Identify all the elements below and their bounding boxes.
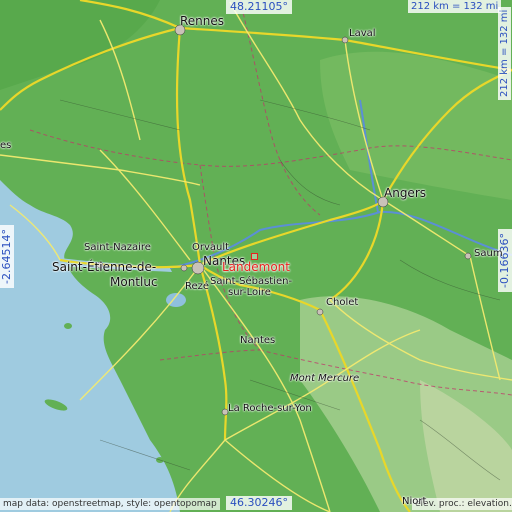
vertical-scale-label: 212 km = 132 mi (498, 6, 511, 100)
attribution-right: elev. proc.: elevation.city (412, 498, 512, 510)
place-label-saint-sebastien[interactable]: Saint-Sébastien- (210, 276, 292, 287)
place-label-angers[interactable]: Angers (384, 186, 426, 200)
place-label-cholet[interactable]: Cholet (326, 297, 358, 308)
place-label-reze[interactable]: Rezé (185, 281, 209, 292)
place-label-landemont[interactable]: Landemont (222, 260, 290, 274)
map-canvas[interactable]: 48.21105° 212 km = 132 mi -2.64514° -0.1… (0, 0, 512, 512)
place-label-sur-loire[interactable]: sur-Loire (228, 287, 271, 298)
north-latitude-label: 48.21105° (226, 0, 292, 14)
target-marker-icon[interactable] (251, 253, 258, 260)
east-longitude-label: -0.16636° (498, 229, 512, 292)
place-label-orvault[interactable]: Orvault (192, 242, 229, 253)
place-label-es[interactable]: es (0, 140, 11, 151)
place-label-laval[interactable]: Laval (349, 28, 376, 39)
place-label-saumur[interactable]: Saum (474, 248, 503, 259)
place-label-rennes[interactable]: Rennes (180, 14, 224, 28)
place-label-nantes-secondary[interactable]: Nantes (240, 335, 275, 346)
place-label-saint-etienne[interactable]: Saint-Étienne-de- (52, 260, 156, 274)
horizontal-scale-label: 212 km = 132 mi (408, 0, 502, 13)
place-label-mont-mercure[interactable]: Mont Mercure (290, 373, 359, 384)
place-label-montluc[interactable]: Montluc (110, 275, 158, 289)
south-latitude-label: 46.30246° (226, 496, 292, 510)
place-label-saint-nazaire[interactable]: Saint-Nazaire (84, 242, 151, 253)
west-longitude-label: -2.64514° (0, 225, 14, 288)
place-label-la-roche-sur-yon[interactable]: La Roche-sur-Yon (228, 403, 312, 414)
attribution-left: map data: openstreetmap, style: opentopo… (0, 498, 220, 510)
place-label-niort[interactable]: Niort (402, 496, 426, 507)
